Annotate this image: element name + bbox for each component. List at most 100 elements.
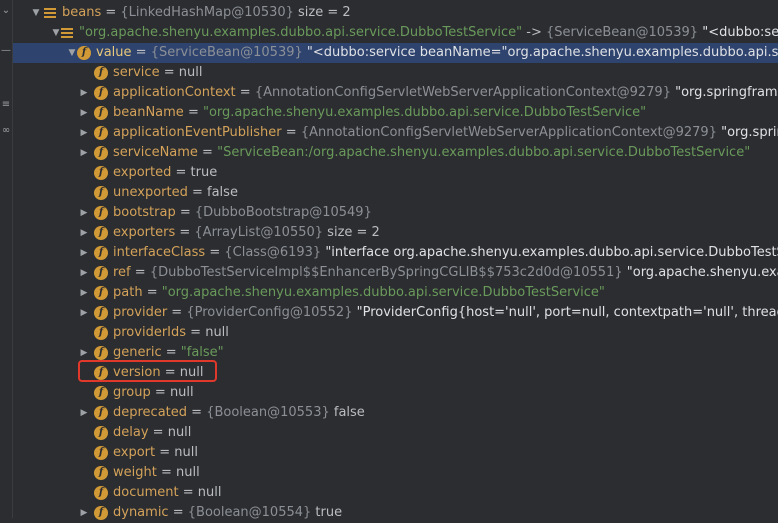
expand-arrow-right-icon[interactable]: ▶ (78, 243, 90, 263)
row-op: = (142, 285, 162, 300)
row-ref: {AnnotationConfigServletWebServerApplica… (300, 125, 717, 140)
field-icon: f (94, 226, 108, 240)
row-ref: {LinkedHashMap@10530} (120, 5, 294, 20)
row-ref: {DubboBootstrap@10549} (194, 205, 372, 220)
row-name: delay (113, 425, 149, 440)
expand-arrow-right-icon[interactable]: ▶ (78, 503, 90, 523)
row-ref: {AnnotationConfigServletWebServerApplica… (254, 85, 671, 100)
expand-arrow-right-icon[interactable]: ▶ (78, 223, 90, 243)
row-op: = (148, 425, 168, 440)
dash-icon[interactable]: — (1, 44, 11, 58)
tree-row-21[interactable]: f delay = null (13, 423, 778, 443)
tree-row-13[interactable]: ▶ f ref = {DubboTestServiceImpl$$EnhancerB… (13, 263, 778, 283)
tree-row-22[interactable]: f export = null (13, 443, 778, 463)
expand-arrow-right-icon[interactable]: ▶ (78, 403, 90, 423)
expand-arrow-right-icon[interactable]: ▶ (78, 283, 90, 303)
row-name: applicationEventPublisher (113, 125, 282, 140)
row-ref: {Class@6193} (224, 245, 322, 260)
expand-arrow-right-icon[interactable]: ▶ (78, 123, 90, 143)
tree-row-24[interactable]: f document = null (13, 483, 778, 503)
row-tail: size = 2 (323, 225, 380, 240)
row-text: serviceName = "ServiceBean:/org.apache.s… (113, 143, 750, 163)
tree-row-19[interactable]: f group = null (13, 383, 778, 403)
tree-row-8[interactable]: f exported = true (13, 163, 778, 183)
row-text: providerIds = null (113, 323, 229, 343)
row-tail: "interface org.apache.shenyu.examples.du… (325, 245, 778, 260)
row-text: document = null (113, 483, 221, 503)
tree-row-23[interactable]: f weight = null (13, 463, 778, 483)
row-text: beans = {LinkedHashMap@10530} size = 2 (62, 3, 351, 23)
expand-arrow-right-icon[interactable]: ▶ (78, 143, 90, 163)
row-op: = (167, 305, 187, 320)
row-name: ref (113, 265, 131, 280)
tree-row-20[interactable]: ▶ f deprecated = {Boolean@10553} false (13, 403, 778, 423)
row-name: unexported (113, 185, 188, 200)
expand-arrow-right-icon[interactable]: ▶ (78, 83, 90, 103)
chevron-down-icon[interactable]: ⌄ (1, 4, 11, 18)
row-name: applicationContext (113, 85, 236, 100)
variables-tree[interactable]: ▼ beans = {LinkedHashMap@10530} size = 2 ▼… (13, 0, 778, 520)
expand-arrow-right-icon[interactable]: ▶ (78, 103, 90, 123)
tree-row-9[interactable]: f unexported = false (13, 183, 778, 203)
row-ref: {ServiceBean@10539} (150, 45, 303, 60)
expand-arrow-right-icon[interactable]: ▶ (78, 203, 90, 223)
expand-arrow-right-icon[interactable]: ▶ (78, 263, 90, 283)
row-tail: "org.apache.shenyu.examples.a (626, 265, 778, 280)
tree-row-1[interactable]: ▼ "org.apache.shenyu.examples.dubbo.api.s… (13, 23, 778, 43)
list-icon[interactable]: ≡ (1, 98, 11, 112)
row-tail: size = 2 (293, 5, 351, 20)
field-icon: f (94, 406, 108, 420)
tree-row-11[interactable]: ▶ f exporters = {ArrayList@10550} size = 2 (13, 223, 778, 243)
field-icon: f (77, 46, 91, 60)
row-name: providerIds (113, 325, 187, 340)
row-name: provider (113, 305, 168, 320)
tree-row-15[interactable]: ▶ f provider = {ProviderConfig@10552} "Pro… (13, 303, 778, 323)
row-tail: null (176, 465, 200, 480)
link-icon[interactable]: ∞ (1, 124, 11, 138)
highlight-box (78, 360, 217, 382)
tree-row-0[interactable]: ▼ beans = {LinkedHashMap@10530} size = 2 (13, 3, 778, 23)
row-tail: "org.apache.shenyu.examples.dubbo.api.se… (161, 285, 605, 300)
row-op: = (101, 5, 121, 20)
tree-row-2[interactable]: ▼ f value = {ServiceBean@10539} "<dubbo:se… (13, 43, 778, 63)
tree-row-25[interactable]: ▶ f dynamic = {Boolean@10554} true (13, 503, 778, 523)
row-text: bootstrap = {DubboBootstrap@10549} (113, 203, 372, 223)
row-tail: null (169, 385, 194, 400)
row-text: weight = null (113, 463, 200, 483)
row-op: = (156, 465, 177, 480)
row-tail: null (174, 445, 198, 460)
row-op: = (205, 245, 225, 260)
row-op: = (171, 165, 191, 180)
field-icon: f (94, 486, 108, 500)
row-name: beanName (113, 105, 184, 120)
row-tail: "<dubbo:service beanName="org.apache.she… (306, 45, 778, 60)
expand-arrow-down-icon[interactable]: ▼ (30, 3, 42, 23)
field-icon: f (94, 446, 108, 460)
row-tail: null (178, 65, 203, 80)
row-name: bootstrap (113, 205, 176, 220)
row-op: = (187, 405, 207, 420)
row-name: export (113, 445, 156, 460)
tree-row-7[interactable]: ▶ f serviceName = "ServiceBean:/org.apache… (13, 143, 778, 163)
row-text: group = null (113, 383, 194, 403)
row-name: path (113, 285, 143, 300)
row-name: interfaceClass (113, 245, 206, 260)
row-text: value = {ServiceBean@10539} "<dubbo:serv… (96, 43, 778, 63)
tree-row-6[interactable]: ▶ f applicationEventPublisher = {Annotatio… (13, 123, 778, 143)
tree-row-4[interactable]: ▶ f applicationContext = {AnnotationConfig… (13, 83, 778, 103)
tree-row-16[interactable]: f providerIds = null (13, 323, 778, 343)
field-icon: f (94, 86, 108, 100)
tree-row-12[interactable]: ▶ f interfaceClass = {Class@6193} "interfa… (13, 243, 778, 263)
row-op: = (159, 65, 179, 80)
tree-row-3[interactable]: f service = null (13, 63, 778, 83)
row-op: = (150, 385, 170, 400)
tree-row-14[interactable]: ▶ f path = "org.apache.shenyu.examples.dub… (13, 283, 778, 303)
expand-arrow-right-icon[interactable]: ▶ (78, 303, 90, 323)
field-icon: f (94, 66, 108, 80)
collection-icon (43, 6, 57, 20)
row-text: service = null (113, 63, 202, 83)
row-op: = (130, 265, 150, 280)
tree-row-5[interactable]: ▶ f beanName = "org.apache.shenyu.examples… (13, 103, 778, 123)
tree-row-10[interactable]: ▶ f bootstrap = {DubboBootstrap@10549} (13, 203, 778, 223)
debugger-gutter: ⌄ — ≡ ∞ (0, 0, 13, 518)
